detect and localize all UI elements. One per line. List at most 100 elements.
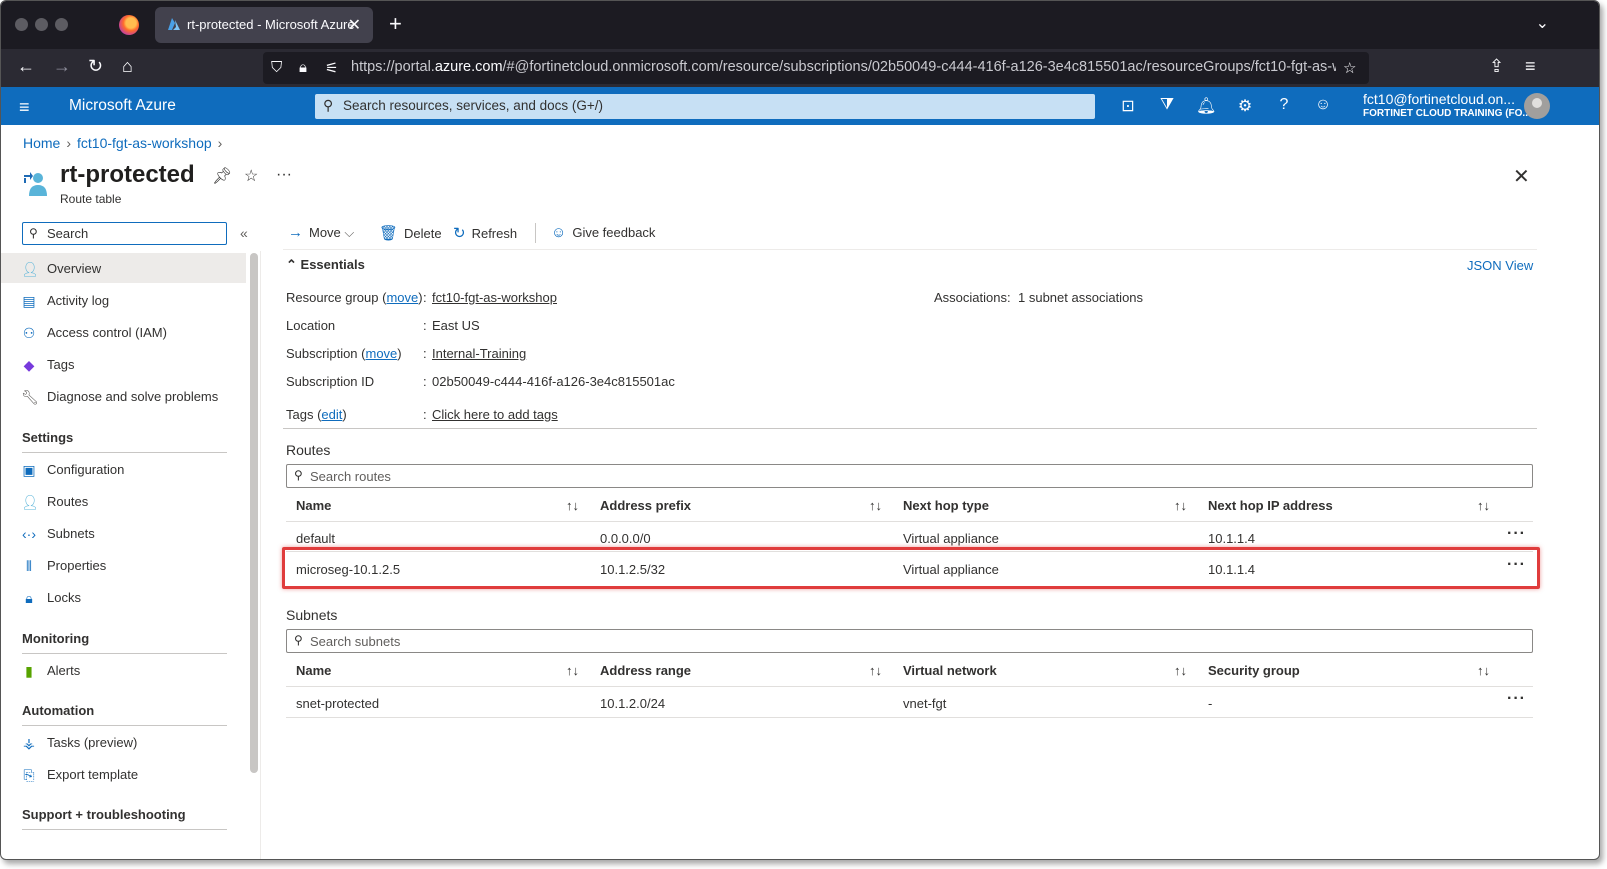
sort-icon[interactable]: ↑↓	[566, 663, 579, 678]
resource-group-move-link[interactable]: move	[386, 290, 418, 305]
shield-icon[interactable]: ⛉	[271, 59, 282, 76]
minimize-window-icon[interactable]	[35, 18, 48, 31]
home-icon[interactable]: ⌂	[122, 56, 133, 77]
sort-icon[interactable]: ↑↓	[1174, 663, 1187, 678]
subnet-name: snet-protected	[296, 696, 380, 711]
breadcrumb-home[interactable]: Home	[23, 135, 60, 151]
column-header-address-range[interactable]: Address range	[600, 663, 691, 678]
resource-group-label-text: Resource group (	[286, 290, 387, 305]
sort-icon[interactable]: ↑↓	[1174, 498, 1187, 513]
sort-icon[interactable]: ↑↓	[566, 498, 579, 513]
settings-gear-icon[interactable]: ⚙	[1235, 96, 1255, 116]
account-menu[interactable]: fct10@fortinetcloud.on... FORTINET CLOUD…	[1363, 91, 1531, 119]
breadcrumb-resource-group[interactable]: fct10-fgt-as-workshop	[77, 135, 212, 151]
collapse-sidebar-icon[interactable]: «	[240, 225, 248, 241]
close-paren: )	[397, 346, 402, 361]
sidebar-item-tags[interactable]: ◆ Tags	[1, 349, 246, 379]
sort-icon[interactable]: ↑↓	[1477, 498, 1490, 513]
sort-icon[interactable]: ↑↓	[1477, 663, 1490, 678]
subnet-virtual-network: vnet-fgt	[903, 696, 947, 711]
tags-edit-link[interactable]: edit	[321, 407, 342, 422]
export-template-icon: ⎘	[23, 767, 35, 783]
favorite-star-icon[interactable]: ☆	[244, 166, 258, 186]
colon: :	[423, 374, 427, 389]
extensions-icon[interactable]: ⇪	[1489, 56, 1504, 77]
pin-icon[interactable]: 📌︎	[212, 166, 232, 186]
move-button[interactable]: → Move ⌵	[288, 224, 354, 241]
firefox-icon[interactable]	[119, 15, 139, 35]
column-header-name[interactable]: Name	[296, 498, 331, 513]
subscription-move-link[interactable]: move	[365, 346, 397, 361]
back-icon[interactable]: ←	[17, 56, 35, 77]
column-header-address-prefix[interactable]: Address prefix	[600, 498, 691, 513]
close-tab-icon[interactable]: ✕	[348, 15, 361, 35]
portal-menu-icon[interactable]: ≡	[19, 97, 30, 118]
sidebar-item-label: Locks	[47, 590, 81, 605]
subscription-value-link[interactable]: Internal-Training	[432, 346, 526, 361]
sidebar-item-export-template[interactable]: ⎘ Export template	[1, 759, 246, 789]
azure-brand[interactable]: Microsoft Azure	[69, 97, 176, 115]
bookmark-star-icon[interactable]: ☆	[1343, 59, 1356, 77]
permissions-icon[interactable]: ⚟	[325, 59, 338, 77]
routes-section-title: Routes	[286, 442, 331, 458]
sidebar-scrollbar[interactable]	[250, 253, 258, 773]
sidebar-item-overview[interactable]: 👤︎ Overview	[1, 253, 246, 283]
cloud-shell-icon[interactable]: ⊡	[1118, 96, 1138, 116]
sort-icon[interactable]: ↑↓	[869, 663, 882, 678]
refresh-button[interactable]: ↻ Refresh	[453, 224, 517, 242]
close-blade-icon[interactable]: ✕	[1513, 164, 1530, 189]
sidebar-item-subnets[interactable]: ‹·› Subnets	[1, 518, 246, 548]
row-more-icon[interactable]: ···	[1507, 690, 1526, 708]
search-icon: ⚲	[294, 468, 303, 482]
sidebar-item-activity-log[interactable]: ▤ Activity log	[1, 285, 246, 315]
lock-icon[interactable]: 🔒︎	[299, 59, 307, 76]
list-tabs-icon[interactable]: ⌄	[1536, 13, 1549, 33]
column-header-name[interactable]: Name	[296, 663, 331, 678]
sidebar-item-label: Activity log	[47, 293, 110, 308]
column-header-next-hop-type[interactable]: Next hop type	[903, 498, 989, 513]
column-header-next-hop-ip[interactable]: Next hop IP address	[1208, 498, 1333, 513]
avatar[interactable]	[1524, 93, 1550, 119]
forward-icon[interactable]: →	[53, 56, 71, 77]
feedback-icon[interactable]: ☺	[1313, 96, 1333, 116]
row-more-icon[interactable]: ···	[1507, 525, 1526, 543]
sidebar-item-label: Subnets	[47, 526, 95, 541]
search-routes-input[interactable]: ⚲ Search routes	[286, 464, 1533, 488]
add-tags-link[interactable]: Click here to add tags	[432, 407, 558, 422]
divider	[22, 725, 227, 726]
column-header-security-group[interactable]: Security group	[1208, 663, 1300, 678]
sidebar-item-label: Properties	[47, 558, 107, 573]
delete-button[interactable]: 🗑︎ Delete	[379, 224, 442, 242]
colon: :	[423, 407, 427, 422]
reload-icon[interactable]: ↻	[88, 56, 103, 77]
sidebar-item-diagnose[interactable]: 🔧︎ Diagnose and solve problems	[1, 381, 246, 411]
sidebar-item-tasks[interactable]: ⚶ Tasks (preview)	[1, 727, 246, 757]
new-tab-icon[interactable]: +	[389, 11, 402, 37]
resource-group-value-link[interactable]: fct10-fgt-as-workshop	[432, 290, 557, 305]
json-view-link[interactable]: JSON View	[1467, 258, 1533, 273]
breadcrumb: Home › fct10-fgt-as-workshop ›	[23, 135, 228, 151]
sidebar-item-properties[interactable]: ⦀ Properties	[1, 550, 246, 580]
close-window-icon[interactable]	[15, 18, 28, 31]
sidebar-item-routes[interactable]: 👤︎ Routes	[1, 486, 246, 516]
help-icon[interactable]: ?	[1274, 96, 1294, 116]
directory-filter-icon[interactable]: ⧩	[1157, 96, 1177, 116]
sidebar-item-configuration[interactable]: ▣ Configuration	[1, 454, 246, 484]
sidebar-item-locks[interactable]: 🔒︎ Locks	[1, 582, 246, 612]
app-menu-icon[interactable]: ≡	[1525, 56, 1536, 77]
browser-tab[interactable]: rt-protected - Microsoft Azure ✕	[155, 7, 373, 43]
column-header-virtual-network[interactable]: Virtual network	[903, 663, 997, 678]
more-actions-icon[interactable]: ···	[276, 166, 292, 184]
give-feedback-button[interactable]: ☺ Give feedback	[551, 224, 655, 241]
properties-icon: ⦀	[25, 558, 33, 574]
essentials-toggle[interactable]: ⌃ Essentials	[286, 257, 365, 273]
address-bar[interactable]: ⛉ 🔒︎ ⚟ https://portal.azure.com/#@fortin…	[263, 52, 1369, 84]
notifications-bell-icon[interactable]: 🔔︎	[1196, 96, 1216, 116]
sidebar-item-iam[interactable]: ⚇ Access control (IAM)	[1, 317, 246, 347]
sidebar-search-input[interactable]: ⚲ Search	[22, 222, 227, 245]
maximize-window-icon[interactable]	[55, 18, 68, 31]
search-subnets-input[interactable]: ⚲ Search subnets	[286, 629, 1533, 653]
sidebar-item-alerts[interactable]: ▮ Alerts	[1, 655, 246, 685]
sort-icon[interactable]: ↑↓	[869, 498, 882, 513]
global-search-input[interactable]: ⚲ Search resources, services, and docs (…	[315, 94, 1095, 119]
